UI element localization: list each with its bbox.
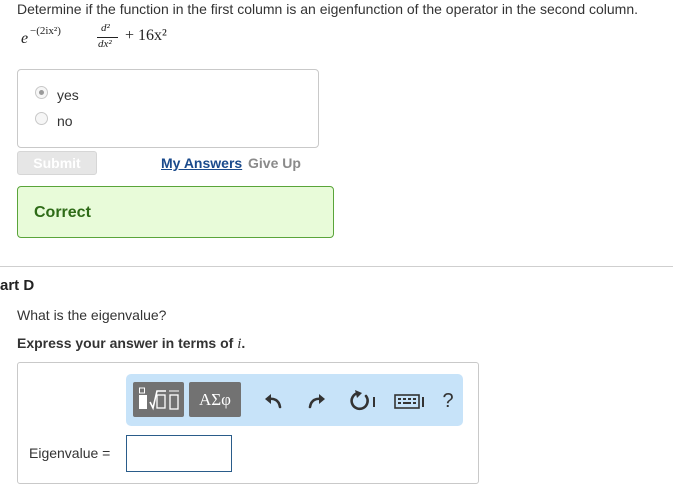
- undo-icon: [265, 394, 282, 409]
- redo-button[interactable]: [304, 388, 330, 414]
- instruction: Express your answer in terms of i.: [17, 335, 245, 353]
- reset-button[interactable]: [348, 387, 380, 415]
- my-answers-link[interactable]: My Answers: [161, 155, 242, 171]
- function-exponent: −(2ix²): [30, 25, 61, 37]
- part-title: art D: [0, 277, 35, 294]
- templates-button[interactable]: [133, 382, 184, 417]
- undo-button[interactable]: [260, 388, 286, 414]
- answer-box: ΑΣφ ? Eigenvalue =: [17, 362, 479, 484]
- radio-no[interactable]: [35, 112, 48, 125]
- keyboard-icon: [394, 394, 424, 409]
- section-divider: [0, 266, 673, 267]
- feedback-text: Correct: [34, 204, 91, 221]
- part-question: What is the eigenvalue?: [17, 307, 167, 323]
- operator-tail: + 16x²: [125, 27, 167, 44]
- redo-icon: [308, 394, 325, 409]
- symbols-button[interactable]: ΑΣφ: [189, 382, 241, 417]
- choices-box: yes no: [17, 69, 319, 148]
- templates-icon: [139, 387, 179, 411]
- math-toolbar: ΑΣφ ?: [126, 374, 463, 426]
- function-base: e: [21, 30, 29, 47]
- give-up-link[interactable]: Give Up: [248, 155, 301, 171]
- eigenvalue-input[interactable]: [126, 435, 232, 472]
- reset-icon: [350, 390, 375, 411]
- eigenvalue-label: Eigenvalue =: [29, 445, 111, 461]
- operator-denominator: dx²: [98, 38, 112, 50]
- feedback-box: Correct: [17, 186, 334, 238]
- choice-label-no[interactable]: no: [57, 113, 73, 129]
- instruction-prefix: Express your answer in terms of: [17, 335, 238, 351]
- operator-numerator: d²: [101, 22, 110, 34]
- submit-button[interactable]: Submit: [17, 151, 97, 175]
- instruction-suffix: .: [241, 335, 246, 351]
- radio-yes[interactable]: [35, 86, 48, 99]
- keyboard-button[interactable]: [392, 388, 428, 414]
- help-button[interactable]: ?: [438, 387, 458, 415]
- question-text: Determine if the function in the first c…: [17, 1, 639, 17]
- choice-label-yes[interactable]: yes: [57, 87, 79, 103]
